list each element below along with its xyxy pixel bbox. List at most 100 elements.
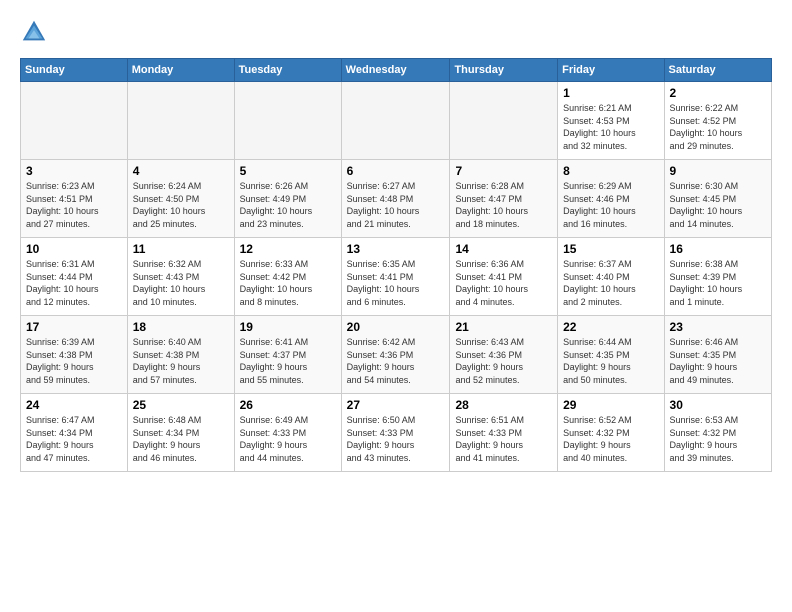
calendar-cell: 26 Sunrise: 6:49 AM Sunset: 4:33 PM Dayli… xyxy=(234,394,341,472)
day-info: Sunrise: 6:53 AM Sunset: 4:32 PM Dayligh… xyxy=(670,414,766,464)
day-number: 21 xyxy=(455,320,552,334)
calendar-cell: 28Sunrise: 6:51 AM Sunset: 4:33 PM Dayli… xyxy=(450,394,558,472)
day-info: Sunrise: 6:28 AM Sunset: 4:47 PM Dayligh… xyxy=(455,180,552,230)
calendar-cell: 14 Sunrise: 6:36 AM Sunset: 4:41 PM Dayli… xyxy=(450,238,558,316)
day-number: 13 xyxy=(347,242,445,256)
day-info: Sunrise: 6:22 AM Sunset: 4:52 PM Dayligh… xyxy=(670,102,766,152)
calendar-cell xyxy=(234,82,341,160)
calendar-cell: 15 Sunrise: 6:37 AM Sunset: 4:40 PM Dayli… xyxy=(558,238,664,316)
day-number: 2 xyxy=(670,86,766,100)
day-info: Sunrise: 6:36 AM Sunset: 4:41 PM Dayligh… xyxy=(455,258,552,308)
calendar-table: SundayMondayTuesdayWednesdayThursdayFrid… xyxy=(20,58,772,472)
weekday-header-wednesday: Wednesday xyxy=(341,59,450,82)
day-number: 23 xyxy=(670,320,766,334)
day-number: 18 xyxy=(133,320,229,334)
day-number: 25 xyxy=(133,398,229,412)
day-info: Sunrise: 6:24 AM Sunset: 4:50 PM Dayligh… xyxy=(133,180,229,230)
day-number: 3 xyxy=(26,164,122,178)
calendar-week-4: 17Sunrise: 6:39 AM Sunset: 4:38 PM Dayli… xyxy=(21,316,772,394)
day-info: Sunrise: 6:27 AM Sunset: 4:48 PM Dayligh… xyxy=(347,180,445,230)
calendar-cell xyxy=(450,82,558,160)
calendar-cell: 18 Sunrise: 6:40 AM Sunset: 4:38 PM Dayli… xyxy=(127,316,234,394)
day-number: 11 xyxy=(133,242,229,256)
day-info: Sunrise: 6:43 AM Sunset: 4:36 PM Dayligh… xyxy=(455,336,552,386)
calendar-cell: 27Sunrise: 6:50 AM Sunset: 4:33 PM Dayli… xyxy=(341,394,450,472)
weekday-header-tuesday: Tuesday xyxy=(234,59,341,82)
calendar-cell: 21 Sunrise: 6:43 AM Sunset: 4:36 PM Dayli… xyxy=(450,316,558,394)
day-info: Sunrise: 6:52 AM Sunset: 4:32 PM Dayligh… xyxy=(563,414,658,464)
calendar-cell: 22 Sunrise: 6:44 AM Sunset: 4:35 PM Dayli… xyxy=(558,316,664,394)
day-number: 15 xyxy=(563,242,658,256)
day-number: 6 xyxy=(347,164,445,178)
calendar-cell: 12 Sunrise: 6:33 AM Sunset: 4:42 PM Dayli… xyxy=(234,238,341,316)
day-info: Sunrise: 6:42 AM Sunset: 4:36 PM Dayligh… xyxy=(347,336,445,386)
day-number: 29 xyxy=(563,398,658,412)
calendar-cell: 24 Sunrise: 6:47 AM Sunset: 4:34 PM Dayli… xyxy=(21,394,128,472)
calendar-cell: 6 Sunrise: 6:27 AM Sunset: 4:48 PM Daylig… xyxy=(341,160,450,238)
calendar-week-5: 24 Sunrise: 6:47 AM Sunset: 4:34 PM Dayli… xyxy=(21,394,772,472)
calendar-cell: 13 Sunrise: 6:35 AM Sunset: 4:41 PM Dayli… xyxy=(341,238,450,316)
weekday-header-row: SundayMondayTuesdayWednesdayThursdayFrid… xyxy=(21,59,772,82)
calendar-cell: 20Sunrise: 6:42 AM Sunset: 4:36 PM Dayli… xyxy=(341,316,450,394)
calendar-week-1: 1 Sunrise: 6:21 AM Sunset: 4:53 PM Daylig… xyxy=(21,82,772,160)
page: SundayMondayTuesdayWednesdayThursdayFrid… xyxy=(0,0,792,482)
header xyxy=(20,18,772,46)
calendar-cell: 1 Sunrise: 6:21 AM Sunset: 4:53 PM Daylig… xyxy=(558,82,664,160)
day-info: Sunrise: 6:21 AM Sunset: 4:53 PM Dayligh… xyxy=(563,102,658,152)
day-number: 19 xyxy=(240,320,336,334)
calendar-cell: 19 Sunrise: 6:41 AM Sunset: 4:37 PM Dayli… xyxy=(234,316,341,394)
day-info: Sunrise: 6:23 AM Sunset: 4:51 PM Dayligh… xyxy=(26,180,122,230)
day-number: 10 xyxy=(26,242,122,256)
day-info: Sunrise: 6:26 AM Sunset: 4:49 PM Dayligh… xyxy=(240,180,336,230)
calendar-cell: 29 Sunrise: 6:52 AM Sunset: 4:32 PM Dayli… xyxy=(558,394,664,472)
calendar-cell: 17Sunrise: 6:39 AM Sunset: 4:38 PM Dayli… xyxy=(21,316,128,394)
day-number: 30 xyxy=(670,398,766,412)
logo-icon xyxy=(20,18,48,46)
calendar-cell: 16 Sunrise: 6:38 AM Sunset: 4:39 PM Dayli… xyxy=(664,238,771,316)
day-info: Sunrise: 6:38 AM Sunset: 4:39 PM Dayligh… xyxy=(670,258,766,308)
day-info: Sunrise: 6:41 AM Sunset: 4:37 PM Dayligh… xyxy=(240,336,336,386)
logo xyxy=(20,18,52,46)
calendar-week-3: 10Sunrise: 6:31 AM Sunset: 4:44 PM Dayli… xyxy=(21,238,772,316)
weekday-header-sunday: Sunday xyxy=(21,59,128,82)
day-number: 28 xyxy=(455,398,552,412)
day-info: Sunrise: 6:30 AM Sunset: 4:45 PM Dayligh… xyxy=(670,180,766,230)
calendar-cell: 11 Sunrise: 6:32 AM Sunset: 4:43 PM Dayli… xyxy=(127,238,234,316)
day-info: Sunrise: 6:40 AM Sunset: 4:38 PM Dayligh… xyxy=(133,336,229,386)
calendar-cell: 30 Sunrise: 6:53 AM Sunset: 4:32 PM Dayli… xyxy=(664,394,771,472)
calendar-header: SundayMondayTuesdayWednesdayThursdayFrid… xyxy=(21,59,772,82)
weekday-header-friday: Friday xyxy=(558,59,664,82)
day-number: 12 xyxy=(240,242,336,256)
day-info: Sunrise: 6:35 AM Sunset: 4:41 PM Dayligh… xyxy=(347,258,445,308)
calendar-cell: 5Sunrise: 6:26 AM Sunset: 4:49 PM Daylig… xyxy=(234,160,341,238)
day-number: 24 xyxy=(26,398,122,412)
day-info: Sunrise: 6:44 AM Sunset: 4:35 PM Dayligh… xyxy=(563,336,658,386)
day-info: Sunrise: 6:33 AM Sunset: 4:42 PM Dayligh… xyxy=(240,258,336,308)
day-number: 14 xyxy=(455,242,552,256)
weekday-header-thursday: Thursday xyxy=(450,59,558,82)
day-info: Sunrise: 6:49 AM Sunset: 4:33 PM Dayligh… xyxy=(240,414,336,464)
calendar-cell: 23 Sunrise: 6:46 AM Sunset: 4:35 PM Dayli… xyxy=(664,316,771,394)
day-info: Sunrise: 6:47 AM Sunset: 4:34 PM Dayligh… xyxy=(26,414,122,464)
day-number: 26 xyxy=(240,398,336,412)
calendar-week-2: 3 Sunrise: 6:23 AM Sunset: 4:51 PM Daylig… xyxy=(21,160,772,238)
day-info: Sunrise: 6:48 AM Sunset: 4:34 PM Dayligh… xyxy=(133,414,229,464)
day-info: Sunrise: 6:37 AM Sunset: 4:40 PM Dayligh… xyxy=(563,258,658,308)
day-number: 22 xyxy=(563,320,658,334)
day-info: Sunrise: 6:46 AM Sunset: 4:35 PM Dayligh… xyxy=(670,336,766,386)
calendar-cell: 2 Sunrise: 6:22 AM Sunset: 4:52 PM Daylig… xyxy=(664,82,771,160)
day-number: 8 xyxy=(563,164,658,178)
day-info: Sunrise: 6:32 AM Sunset: 4:43 PM Dayligh… xyxy=(133,258,229,308)
calendar-cell: 9 Sunrise: 6:30 AM Sunset: 4:45 PM Daylig… xyxy=(664,160,771,238)
day-number: 16 xyxy=(670,242,766,256)
calendar-cell: 3 Sunrise: 6:23 AM Sunset: 4:51 PM Daylig… xyxy=(21,160,128,238)
day-number: 7 xyxy=(455,164,552,178)
weekday-header-saturday: Saturday xyxy=(664,59,771,82)
calendar-cell xyxy=(341,82,450,160)
day-number: 9 xyxy=(670,164,766,178)
calendar-body: 1 Sunrise: 6:21 AM Sunset: 4:53 PM Daylig… xyxy=(21,82,772,472)
calendar-cell: 10Sunrise: 6:31 AM Sunset: 4:44 PM Dayli… xyxy=(21,238,128,316)
calendar-cell: 25 Sunrise: 6:48 AM Sunset: 4:34 PM Dayli… xyxy=(127,394,234,472)
day-number: 1 xyxy=(563,86,658,100)
calendar-cell xyxy=(127,82,234,160)
